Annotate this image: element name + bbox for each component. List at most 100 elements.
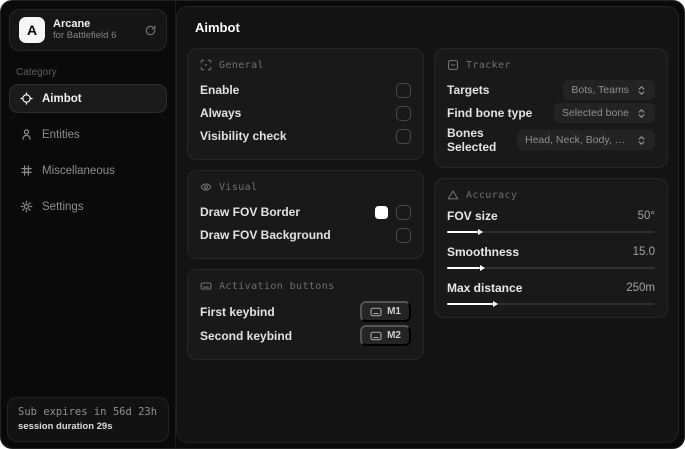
bones-selected-dropdown[interactable]: Head, Neck, Body, Pe.. [517,130,655,150]
panel-title: Tracker [466,59,511,71]
slider-fill [447,301,498,307]
setting-row-visibility-check: Visibility check [200,125,411,147]
sidebar-item-aimbot[interactable]: Aimbot [9,84,167,113]
chevron-up-down-icon [636,135,647,146]
slider-value: 50° [637,210,655,222]
setting-row-enable: Enable [200,79,411,101]
setting-label: Draw FOV Border [200,205,301,219]
setting-row-bones-selected: Bones Selected Head, Neck, Body, Pe.. [447,125,655,155]
setting-label: First keybind [200,304,275,319]
setting-label: Second keybind [200,328,293,343]
key-icon [370,307,382,317]
dropdown-value: Head, Neck, Body, Pe.. [525,134,629,146]
grid-icon [20,164,33,177]
sidebar-nav: Aimbot Entities Miscellaneous Settings [1,84,175,221]
slider-label: Smoothness [447,245,520,259]
setting-row-draw-fov-background: Draw FOV Background [200,224,411,246]
draw-fov-border-checkbox[interactable] [396,204,411,220]
draw-fov-background-checkbox[interactable] [396,227,411,243]
setting-row-first-keybind: First keybind M1 [200,300,411,323]
slider-fill [447,265,486,271]
slider-group-max-distance: Max distance 250m [447,281,655,307]
setting-label: Always [200,106,242,120]
scan-icon [200,59,212,71]
subscription-info-card: Sub expires in 56d 23h session duration … [7,397,169,442]
slider-value: 15.0 [632,246,655,258]
setting-label: Targets [447,83,490,97]
enable-checkbox[interactable] [396,82,411,98]
panel-title: Visual [219,181,258,193]
panel-title: General [219,59,264,71]
keybind-value: M1 [387,306,401,317]
square-minus-icon [447,59,459,71]
app-subtitle: for Battlefield 6 [53,29,117,41]
fov-size-slider[interactable] [447,229,655,235]
panel-tracker: Tracker Targets Bots, Teams Find bone ty… [434,48,668,168]
sidebar-item-miscellaneous[interactable]: Miscellaneous [9,156,167,185]
category-label: Category [16,67,57,78]
keyboard-icon [200,280,212,292]
second-keybind-button[interactable]: M2 [360,325,411,346]
max-distance-slider[interactable] [447,301,655,307]
eye-icon [200,181,212,193]
logo-card: A Arcane for Battlefield 6 [9,9,167,51]
triangle-icon [447,189,459,201]
session-duration-text: session duration 29s [18,421,113,432]
setting-label: Visibility check [200,129,287,143]
sync-icon[interactable] [144,24,157,37]
app-window: A Arcane for Battlefield 6 Category Aimb… [0,0,685,449]
sidebar-item-label: Aimbot [42,92,82,105]
person-icon [20,128,33,141]
left-column: General Enable Always Visibility check V… [187,48,424,360]
panel-accuracy: Accuracy FOV size 50° Smoothness 15.0 Ma… [434,178,668,318]
find-bone-type-dropdown[interactable]: Selected bone [553,103,655,123]
panel-title: Activation buttons [219,280,335,292]
sidebar-item-settings[interactable]: Settings [9,192,167,221]
setting-label: Find bone type [447,106,533,120]
app-title: Arcane [53,18,91,31]
sidebar-item-entities[interactable]: Entities [9,120,167,149]
dropdown-value: Selected bone [561,107,629,119]
sidebar-item-label: Entities [42,128,80,141]
setting-row-draw-fov-border: Draw FOV Border [200,201,411,223]
sidebar-item-label: Settings [42,200,84,213]
chevron-up-down-icon [636,85,647,96]
setting-row-second-keybind: Second keybind M2 [200,324,411,347]
panel-activation-buttons: Activation buttons First keybind M1 Seco… [187,269,424,360]
smoothness-slider[interactable] [447,265,655,271]
panel-general: General Enable Always Visibility check [187,48,424,160]
setting-label: Draw FOV Background [200,228,331,242]
slider-thumb[interactable] [480,265,486,271]
setting-row-find-bone-type: Find bone type Selected bone [447,102,655,124]
slider-group-smoothness: Smoothness 15.0 [447,245,655,271]
sidebar: A Arcane for Battlefield 6 Category Aimb… [1,1,176,448]
sidebar-item-label: Miscellaneous [42,164,115,177]
main-content: Aimbot General Enable Always Visibility … [176,6,679,443]
targets-dropdown[interactable]: Bots, Teams [563,80,655,100]
panel-title: Accuracy [466,189,518,201]
setting-row-targets: Targets Bots, Teams [447,79,655,101]
chevron-up-down-icon [636,108,647,119]
panel-visual: Visual Draw FOV Border Draw FOV Backgrou… [187,170,424,259]
setting-label: Bones Selected [447,126,497,154]
slider-thumb[interactable] [478,229,484,235]
slider-label: FOV size [447,209,498,223]
fov-border-color-swatch[interactable] [375,205,388,219]
slider-group-fov-size: FOV size 50° [447,209,655,235]
visibility-check-checkbox[interactable] [396,128,411,144]
app-logo: A [19,17,45,43]
keybind-value: M2 [387,330,401,341]
crosshair-icon [20,92,33,105]
key-icon [370,331,382,341]
slider-value: 250m [626,282,655,294]
slider-label: Max distance [447,281,523,295]
setting-row-always: Always [200,102,411,124]
page-title: Aimbot [195,20,240,35]
slider-fill [447,229,484,235]
slider-thumb[interactable] [492,301,498,307]
gear-icon [20,200,33,213]
logo-text: Arcane for Battlefield 6 [53,18,116,42]
first-keybind-button[interactable]: M1 [360,301,411,322]
always-checkbox[interactable] [396,105,411,121]
dropdown-value: Bots, Teams [571,84,629,96]
